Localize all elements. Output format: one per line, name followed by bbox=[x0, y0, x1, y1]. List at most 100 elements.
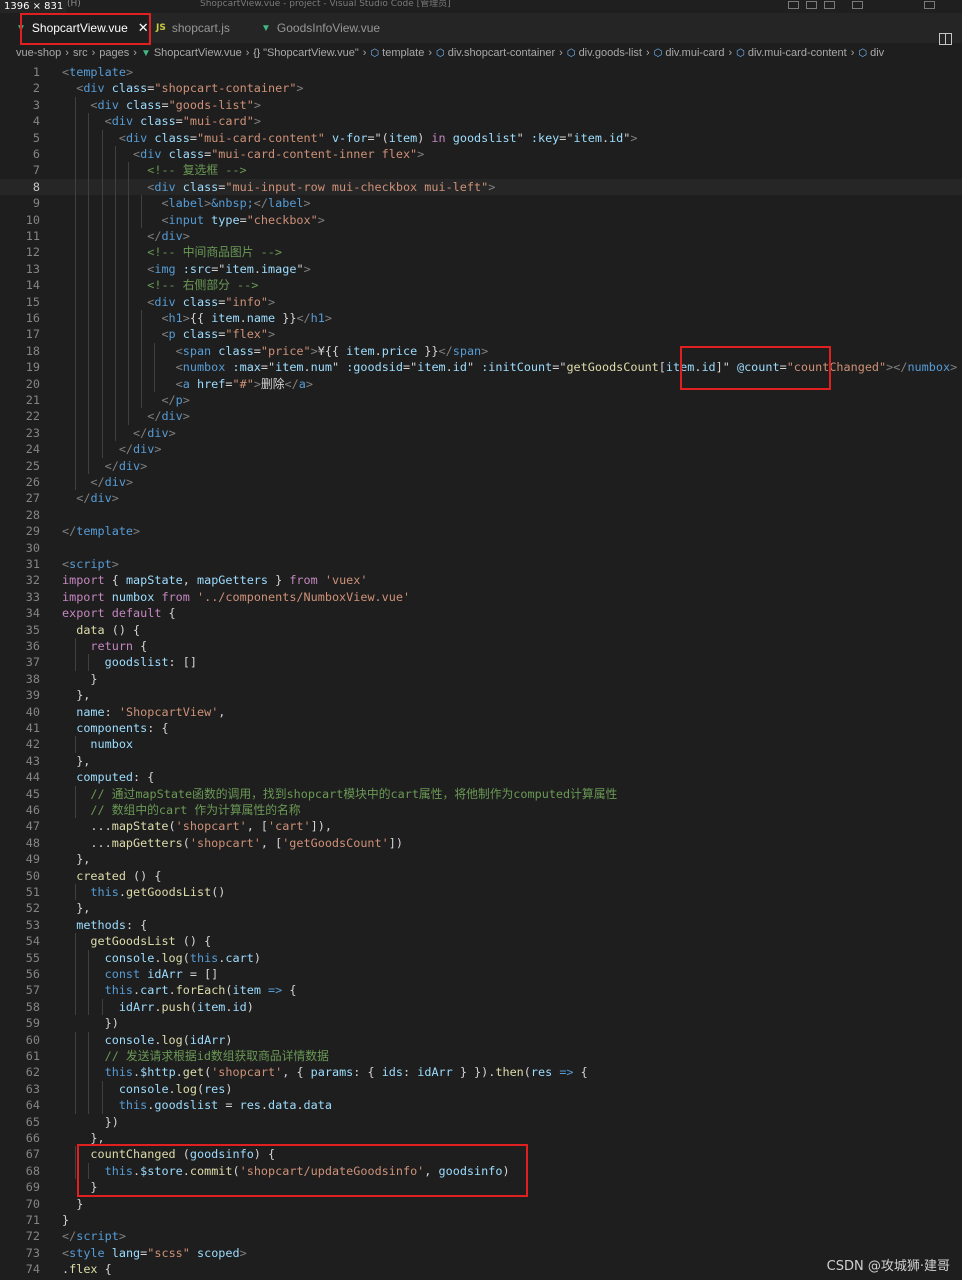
code-line[interactable]: 26 </div> bbox=[0, 474, 962, 491]
code-line[interactable]: 5 <div class="mui-card-content" v-for="(… bbox=[0, 129, 962, 146]
code-line[interactable]: 2 <div class="shopcart-container"> bbox=[0, 80, 962, 96]
code-line[interactable]: 44 computed: { bbox=[0, 769, 962, 785]
breadcrumb-item[interactable]: div.mui-card bbox=[665, 47, 724, 59]
code-line[interactable]: 71} bbox=[0, 1212, 962, 1228]
code-line[interactable]: 11 </div> bbox=[0, 228, 962, 245]
code-line[interactable]: 59 }) bbox=[0, 1015, 962, 1031]
code-line[interactable]: 27 </div> bbox=[0, 490, 962, 506]
breadcrumb-item[interactable]: "ShopcartView.vue" bbox=[263, 47, 359, 59]
code-line[interactable]: 53 methods: { bbox=[0, 917, 962, 933]
code-line[interactable]: 62 this.$http.get('shopcart', { params: … bbox=[0, 1064, 962, 1081]
code-line[interactable]: 37 goodslist: [] bbox=[0, 654, 962, 671]
code-line[interactable]: 48 ...mapGetters('shopcart', ['getGoodsC… bbox=[0, 835, 962, 851]
code-line[interactable]: 61 // 发送请求根据id数组获取商品详情数据 bbox=[0, 1048, 962, 1065]
code-line[interactable]: 36 return { bbox=[0, 638, 962, 655]
code-line[interactable]: 63 console.log(res) bbox=[0, 1080, 962, 1098]
code-line[interactable]: 45 // 通过mapState函数的调用，找到shopcart模块中的cart… bbox=[0, 785, 962, 802]
breadcrumb-item[interactable]: vue-shop bbox=[16, 47, 61, 59]
code-line[interactable]: 21 </p> bbox=[0, 392, 962, 409]
code-line[interactable]: 54 getGoodsList () { bbox=[0, 933, 962, 950]
code-line[interactable]: 47 ...mapState('shopcart', ['cart']), bbox=[0, 818, 962, 834]
layout-toggle-icon[interactable] bbox=[788, 1, 799, 9]
code-line[interactable]: 23 </div> bbox=[0, 424, 962, 442]
indent-guide bbox=[128, 392, 129, 409]
indent-guide bbox=[75, 195, 77, 212]
code-line[interactable]: 33 import numbox from '../components/Numb… bbox=[0, 589, 962, 605]
code-line[interactable]: 41 components: { bbox=[0, 720, 962, 736]
code-line[interactable]: 10 <input type="checkbox"> bbox=[0, 211, 962, 228]
code-line[interactable]: 72 </script> bbox=[0, 1228, 962, 1244]
code-line[interactable]: 9 <label>&nbsp;</label> bbox=[0, 195, 962, 212]
breadcrumb-item[interactable]: src bbox=[73, 47, 88, 59]
code-line[interactable]: 13 <img :src="item.image"> bbox=[0, 260, 962, 278]
code-line[interactable]: 32 import { mapState, mapGetters } from '… bbox=[0, 572, 962, 588]
code-line[interactable]: 8 <div class="mui-input-row mui-checkbox… bbox=[0, 178, 962, 196]
code-line[interactable]: 1 <template> bbox=[0, 64, 962, 80]
code-line[interactable]: 64 this.goodslist = res.data.data bbox=[0, 1097, 962, 1114]
line-number: 22 bbox=[25, 409, 40, 424]
code-line[interactable]: 4 <div class="mui-card"> bbox=[0, 113, 962, 130]
breadcrumb-item[interactable]: template bbox=[382, 47, 424, 59]
code-line[interactable]: 7 <!-- 复选框 --> bbox=[0, 162, 962, 179]
code-line[interactable]: 46 // 数组中的cart 作为计算属性的名称 bbox=[0, 802, 962, 819]
code-line[interactable]: 56 const idArr = [] bbox=[0, 966, 962, 983]
code-line[interactable]: 35 data () { bbox=[0, 622, 962, 638]
code-token: > bbox=[118, 1229, 126, 1244]
code-line[interactable]: 6 <div class="mui-card-content-inner fle… bbox=[0, 146, 962, 163]
breadcrumb-item[interactable]: pages bbox=[99, 47, 129, 59]
breadcrumb-item[interactable]: div.shopcart-container bbox=[448, 47, 555, 59]
breadcrumb-item[interactable]: div bbox=[870, 47, 884, 59]
code-line[interactable]: 24 </div> bbox=[0, 441, 962, 458]
code-line[interactable]: 70 } bbox=[0, 1196, 962, 1212]
code-line[interactable]: 55 console.log(this.cart) bbox=[0, 949, 962, 966]
code-line[interactable]: 12 <!-- 中间商品图片 --> bbox=[0, 244, 962, 261]
indent-guide bbox=[88, 359, 90, 376]
code-line[interactable]: 65 }) bbox=[0, 1114, 962, 1130]
code-token: ( bbox=[196, 1081, 205, 1096]
code-line[interactable]: 51 this.getGoodsList() bbox=[0, 884, 962, 901]
tab-shopcart-js[interactable]: JS shopcart.js bbox=[140, 13, 250, 43]
code-line[interactable]: 17 <p class="flex"> bbox=[0, 326, 962, 343]
code-text: <div class="shopcart-container"> bbox=[62, 80, 303, 96]
code-line[interactable]: 34 export default { bbox=[0, 605, 962, 621]
code-line[interactable]: 60 console.log(idArr) bbox=[0, 1031, 962, 1048]
code-line[interactable]: 31 <script> bbox=[0, 556, 962, 572]
code-line[interactable]: 38 } bbox=[0, 671, 962, 687]
breadcrumb-item[interactable]: div.mui-card-content bbox=[748, 47, 847, 59]
code-line[interactable]: 3 <div class="goods-list"> bbox=[0, 96, 962, 114]
code-line[interactable]: 58 idArr.push(item.id) bbox=[0, 998, 962, 1016]
code-line[interactable]: 50 created () { bbox=[0, 868, 962, 884]
code-line[interactable]: 28 bbox=[0, 507, 962, 523]
code-line[interactable]: 40 name: 'ShopcartView', bbox=[0, 704, 962, 720]
layout-customize-icon[interactable] bbox=[852, 1, 863, 9]
code-line[interactable]: 49 }, bbox=[0, 851, 962, 867]
code-line[interactable]: 15 <div class="info"> bbox=[0, 293, 962, 310]
code-line[interactable]: 30 bbox=[0, 540, 962, 556]
restore-window-icon[interactable] bbox=[924, 1, 935, 9]
code-line[interactable]: 42 numbox bbox=[0, 736, 962, 753]
breadcrumb-item[interactable]: ShopcartView.vue bbox=[154, 47, 242, 59]
code-line[interactable]: 22 </div> bbox=[0, 408, 962, 425]
layout-toggle-icon[interactable] bbox=[824, 1, 835, 9]
code-line[interactable]: 57 this.cart.forEach(item => { bbox=[0, 982, 962, 999]
code-line[interactable]: 29 </template> bbox=[0, 523, 962, 539]
code-line[interactable]: 43 }, bbox=[0, 753, 962, 769]
line-number: 49 bbox=[25, 852, 40, 867]
code-line[interactable]: 73 <style lang="scss" scoped> bbox=[0, 1245, 962, 1261]
code-line[interactable]: 16 <h1>{{ item.name }}</h1> bbox=[0, 310, 962, 327]
code-line[interactable]: 14 <!-- 右侧部分 --> bbox=[0, 277, 962, 294]
tab-goodsinfoview-vue[interactable]: ▼ GoodsInfoView.vue bbox=[245, 13, 395, 43]
code-token: template bbox=[76, 524, 134, 539]
code-line[interactable]: 74 .flex { bbox=[0, 1261, 962, 1277]
layout-toggle-icon[interactable] bbox=[806, 1, 817, 9]
code-text: <div class="mui-input-row mui-checkbox m… bbox=[62, 179, 495, 195]
code-token: = bbox=[161, 97, 169, 112]
code-line[interactable]: 52 }, bbox=[0, 900, 962, 916]
breadcrumb-item[interactable]: div.goods-list bbox=[579, 47, 642, 59]
code-line[interactable]: 39 }, bbox=[0, 687, 962, 703]
code-line[interactable]: 25 </div> bbox=[0, 457, 962, 474]
